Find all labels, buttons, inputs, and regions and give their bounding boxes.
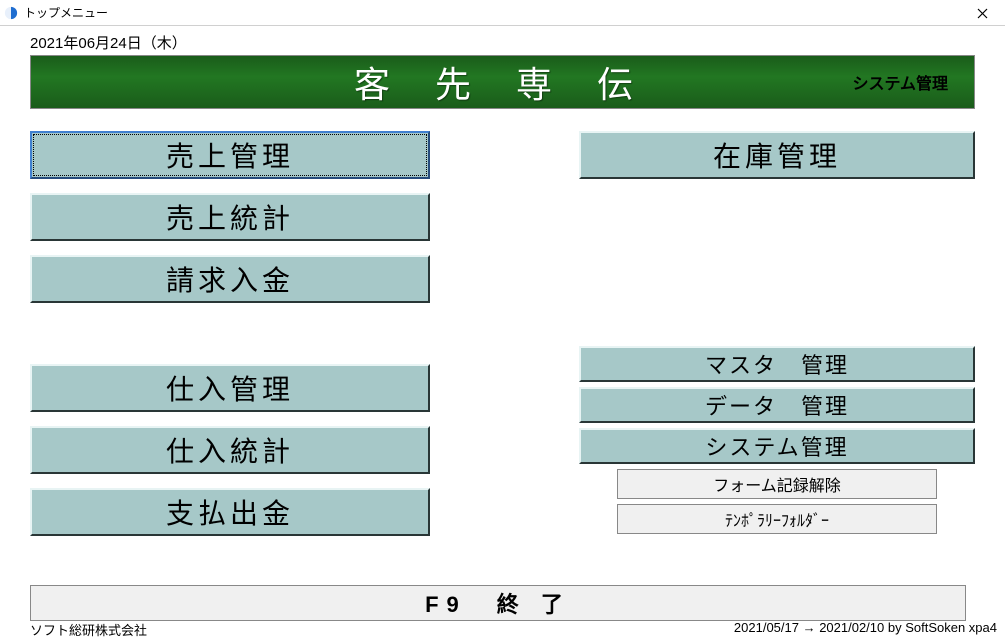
window-titlebar: トップメニュー — [0, 0, 1005, 26]
date-label: 2021年06月24日（木） — [30, 32, 975, 53]
button-area: 売上管理 売上統計 請求入金 仕入管理 仕入統計 支払出金 在庫管理 マスタ 管… — [30, 131, 975, 550]
footer: ソフト総研株式会社 2021/05/17 → 2021/02/10 by Sof… — [30, 620, 997, 639]
data-management-button[interactable]: データ 管理 — [579, 387, 975, 423]
app-banner: 客 先 専 伝 システム管理 — [30, 55, 975, 109]
purchase-statistics-button[interactable]: 仕入統計 — [30, 426, 430, 474]
billing-receipt-button[interactable]: 請求入金 — [30, 255, 430, 303]
exit-button[interactable]: F9 終 了 — [30, 585, 966, 621]
company-label: ソフト総研株式会社 — [30, 620, 147, 639]
temporary-folder-button[interactable]: ﾃﾝﾎﾟﾗﾘｰﾌｫﾙﾀﾞｰ — [617, 504, 937, 534]
window-title: トップメニュー — [24, 4, 108, 21]
system-management-button[interactable]: システム管理 — [579, 428, 975, 464]
version-label: 2021/05/17 → 2021/02/10 by SoftSoken xpa… — [734, 620, 997, 639]
banner-title: 客 先 専 伝 — [354, 56, 651, 108]
close-button[interactable] — [960, 0, 1005, 26]
sales-statistics-button[interactable]: 売上統計 — [30, 193, 430, 241]
banner-role-label: システム管理 — [852, 70, 948, 94]
sales-management-button[interactable]: 売上管理 — [30, 131, 430, 179]
master-management-button[interactable]: マスタ 管理 — [579, 346, 975, 382]
close-icon — [977, 8, 988, 19]
right-column: 在庫管理 マスタ 管理 データ 管理 システム管理 フォーム記録解除 ﾃﾝﾎﾟﾗ… — [579, 131, 975, 550]
inventory-management-button[interactable]: 在庫管理 — [579, 131, 975, 179]
left-column: 売上管理 売上統計 請求入金 仕入管理 仕入統計 支払出金 — [30, 131, 430, 550]
main-content: 2021年06月24日（木） 客 先 専 伝 システム管理 売上管理 売上統計 … — [0, 26, 1005, 621]
app-icon — [4, 6, 18, 20]
payment-withdrawal-button[interactable]: 支払出金 — [30, 488, 430, 536]
purchase-management-button[interactable]: 仕入管理 — [30, 364, 430, 412]
form-record-release-button[interactable]: フォーム記録解除 — [617, 469, 937, 499]
